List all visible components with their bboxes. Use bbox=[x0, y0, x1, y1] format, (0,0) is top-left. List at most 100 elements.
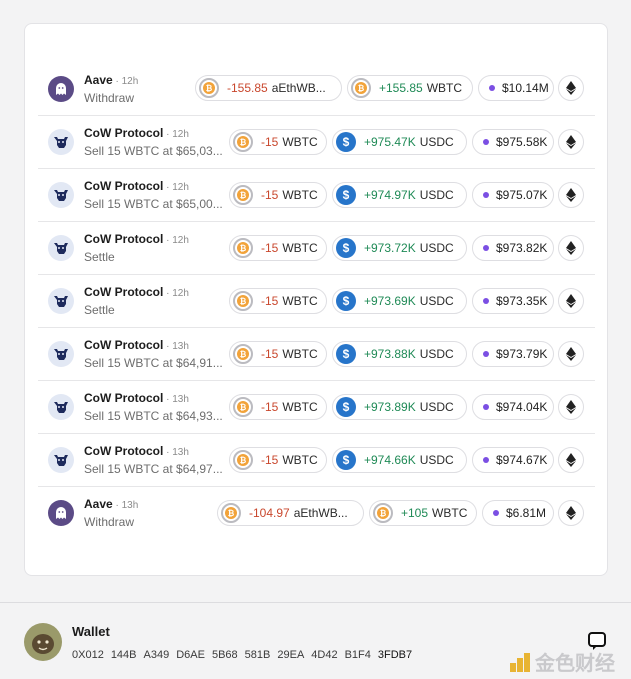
wbtc-icon: ₿ bbox=[233, 450, 253, 470]
value-pill[interactable]: $974.04K bbox=[472, 394, 554, 420]
token-in-amount: +973.72K bbox=[364, 241, 416, 255]
token-out-amount: -104.97 bbox=[249, 506, 290, 520]
wbtc-icon: ₿ bbox=[233, 291, 253, 311]
ethereum-icon[interactable] bbox=[558, 288, 584, 314]
protocol-name[interactable]: Aave bbox=[84, 74, 113, 87]
value-pill[interactable]: $973.79K bbox=[472, 341, 554, 367]
token-in-amount: +105 bbox=[401, 506, 429, 520]
protocol-name[interactable]: CoW Protocol bbox=[84, 445, 163, 458]
tx-time: 12h bbox=[172, 288, 189, 299]
cow-icon bbox=[48, 235, 74, 261]
usdc-icon: $ bbox=[336, 450, 356, 470]
tx-time: 12h bbox=[172, 182, 189, 193]
tx-time: 12h bbox=[121, 75, 139, 87]
value-pill[interactable]: $6.81M bbox=[482, 500, 554, 526]
wallet-avatar[interactable] bbox=[24, 623, 62, 661]
value-pill[interactable]: $975.07K bbox=[472, 182, 554, 208]
token-in-pill[interactable]: ₿ +105 WBTC bbox=[369, 500, 477, 526]
token-out-pill[interactable]: ₿ -15 WBTC bbox=[229, 394, 327, 420]
token-out-pill[interactable]: ₿ -155.85 aEthWB... bbox=[195, 75, 342, 101]
token-in-symbol: USDC bbox=[419, 135, 454, 149]
token-in-pill[interactable]: $ +973.72K USDC bbox=[332, 235, 467, 261]
token-out-pill[interactable]: ₿ -104.97 aEthWB... bbox=[217, 500, 364, 526]
token-out-symbol: aEthWB... bbox=[271, 81, 326, 95]
value-pill[interactable]: $10.14M bbox=[478, 75, 554, 101]
value-pill[interactable]: $975.58K bbox=[472, 129, 554, 155]
ethereum-icon[interactable] bbox=[558, 75, 584, 101]
token-in-pill[interactable]: ₿ +155.85 WBTC bbox=[347, 75, 473, 101]
token-out-pill[interactable]: ₿ -15 WBTC bbox=[229, 129, 327, 155]
token-out-symbol: WBTC bbox=[282, 188, 318, 202]
tx-time: 13h bbox=[172, 447, 189, 458]
wbtc-icon: ₿ bbox=[233, 238, 253, 258]
transaction-row[interactable]: CoW Protocol · 13h Sell 15 WBTC at $64,9… bbox=[38, 327, 595, 380]
token-out-pill[interactable]: ₿ -15 WBTC bbox=[229, 341, 327, 367]
value-pill[interactable]: $973.35K bbox=[472, 288, 554, 314]
token-in-pill[interactable]: $ +974.97K USDC bbox=[332, 182, 467, 208]
tx-value: $975.58K bbox=[496, 135, 548, 149]
token-out-pill[interactable]: ₿ -15 WBTC bbox=[229, 447, 327, 473]
transaction-row[interactable]: Aave · 13h Withdraw ₿ -104.97 aEthWB... ₿… bbox=[38, 486, 595, 539]
token-in-pill[interactable]: $ +973.88K USDC bbox=[332, 341, 467, 367]
protocol-name[interactable]: CoW Protocol bbox=[84, 286, 163, 299]
value-dot-icon bbox=[483, 245, 489, 251]
token-in-amount: +975.47K bbox=[364, 135, 416, 149]
value-pill[interactable]: $973.82K bbox=[472, 235, 554, 261]
transaction-row[interactable]: CoW Protocol · 13h Sell 15 WBTC at $64,9… bbox=[38, 433, 595, 486]
usdc-icon: $ bbox=[336, 185, 356, 205]
transaction-row[interactable]: CoW Protocol · 12h Settle ₿ -15 WBTC $ +9… bbox=[38, 274, 595, 327]
protocol-name[interactable]: CoW Protocol bbox=[84, 233, 163, 246]
ethereum-icon[interactable] bbox=[558, 235, 584, 261]
tx-action: Sell 15 WBTC at $65,03... bbox=[84, 145, 223, 157]
token-in-pill[interactable]: $ +974.66K USDC bbox=[332, 447, 467, 473]
tx-value: $973.79K bbox=[496, 347, 548, 361]
usdc-icon: $ bbox=[336, 238, 356, 258]
ethereum-icon[interactable] bbox=[558, 182, 584, 208]
address-group: 144B bbox=[110, 649, 137, 661]
ethereum-icon[interactable] bbox=[558, 394, 584, 420]
transaction-row[interactable]: CoW Protocol · 13h Sell 15 WBTC at $64,9… bbox=[38, 380, 595, 433]
token-out-amount: -15 bbox=[261, 241, 279, 255]
watermark-logo-icon bbox=[510, 652, 530, 672]
value-pill[interactable]: $974.67K bbox=[472, 447, 554, 473]
watermark-text: 金色财经 bbox=[535, 653, 615, 675]
wallet-address[interactable]: 0X012 144B A349 D6AE 5B68 581B 29EA 4D42… bbox=[72, 649, 412, 661]
transaction-row[interactable]: CoW Protocol · 12h Sell 15 WBTC at $65,0… bbox=[38, 168, 595, 221]
wbtc-icon: ₿ bbox=[221, 503, 241, 523]
token-in-symbol: USDC bbox=[419, 241, 454, 255]
protocol-name[interactable]: CoW Protocol bbox=[84, 339, 163, 352]
protocol-name[interactable]: CoW Protocol bbox=[84, 127, 163, 140]
tx-value: $10.14M bbox=[502, 81, 549, 95]
ethereum-icon[interactable] bbox=[558, 129, 584, 155]
ethereum-icon[interactable] bbox=[558, 500, 584, 526]
token-in-symbol: USDC bbox=[419, 347, 454, 361]
address-group: 5B68 bbox=[211, 649, 238, 661]
tx-action: Settle bbox=[84, 251, 115, 263]
usdc-icon: $ bbox=[336, 291, 356, 311]
aave-ghost-icon bbox=[48, 75, 74, 102]
transaction-row[interactable]: CoW Protocol · 12h Settle ₿ -15 WBTC $ +9… bbox=[38, 221, 595, 274]
transaction-row[interactable]: Aave · 12h Withdraw ₿ -155.85 aEthWB... ₿… bbox=[38, 62, 595, 115]
token-in-pill[interactable]: $ +973.69K USDC bbox=[332, 288, 467, 314]
token-in-pill[interactable]: $ +975.47K USDC bbox=[332, 129, 467, 155]
tx-value: $974.04K bbox=[496, 400, 548, 414]
token-out-pill[interactable]: ₿ -15 WBTC bbox=[229, 288, 327, 314]
token-in-symbol: WBTC bbox=[426, 81, 463, 95]
token-out-pill[interactable]: ₿ -15 WBTC bbox=[229, 235, 327, 261]
watermark: 金色财经 bbox=[509, 647, 615, 676]
token-in-pill[interactable]: $ +973.89K USDC bbox=[332, 394, 467, 420]
wbtc-icon: ₿ bbox=[351, 78, 371, 98]
ethereum-icon[interactable] bbox=[558, 447, 584, 473]
protocol-name[interactable]: CoW Protocol bbox=[84, 392, 163, 405]
aave-ghost-icon bbox=[48, 500, 74, 526]
wallet-title: Wallet bbox=[72, 624, 110, 639]
token-out-amount: -15 bbox=[261, 188, 279, 202]
protocol-name[interactable]: Aave bbox=[84, 498, 113, 511]
token-out-symbol: WBTC bbox=[282, 294, 318, 308]
token-out-pill[interactable]: ₿ -15 WBTC bbox=[229, 182, 327, 208]
transaction-row[interactable]: CoW Protocol · 12h Sell 15 WBTC at $65,0… bbox=[38, 115, 595, 168]
transactions-card: Aave · 12h Withdraw ₿ -155.85 aEthWB... ₿… bbox=[24, 23, 608, 576]
token-out-symbol: WBTC bbox=[282, 453, 318, 467]
protocol-name[interactable]: CoW Protocol bbox=[84, 180, 163, 193]
ethereum-icon[interactable] bbox=[558, 341, 584, 367]
